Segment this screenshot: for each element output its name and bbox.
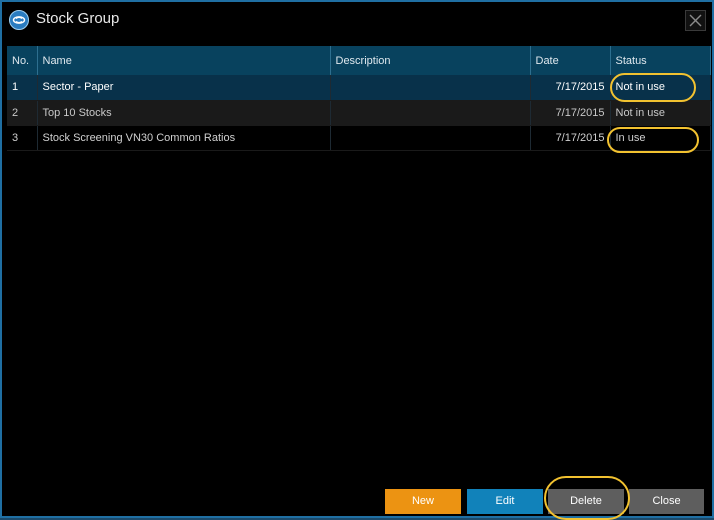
- app-logo-icon: [9, 10, 29, 30]
- cell-status: Not in use: [610, 100, 711, 126]
- table-row[interactable]: 1 Sector - Paper 7/17/2015 Not in use: [7, 75, 711, 101]
- column-header-date[interactable]: Date: [530, 46, 611, 75]
- close-icon[interactable]: [685, 10, 706, 31]
- title-bar: Stock Group: [2, 2, 712, 36]
- cell-description: [330, 75, 531, 101]
- stock-group-grid: No. Name Description Date Status 1 Secto…: [7, 46, 711, 478]
- table-row[interactable]: 2 Top 10 Stocks 7/17/2015 Not in use: [7, 100, 711, 126]
- cell-date: 7/17/2015: [530, 75, 611, 101]
- close-button[interactable]: Close: [629, 489, 704, 514]
- cell-date: 7/17/2015: [530, 100, 611, 126]
- stock-group-dialog: Stock Group No. Name Description Date St…: [0, 0, 714, 520]
- cell-description: [330, 100, 531, 126]
- status-highlight-ring-row-3: [607, 127, 699, 153]
- cell-name: Stock Screening VN30 Common Ratios: [37, 125, 331, 151]
- edit-button[interactable]: Edit: [467, 489, 543, 514]
- cell-no: 2: [7, 100, 38, 126]
- delete-highlight-ring: [544, 476, 630, 520]
- stock-group-table: No. Name Description Date Status 1 Secto…: [7, 46, 711, 151]
- column-header-no[interactable]: No.: [7, 46, 38, 75]
- cell-name: Sector - Paper: [37, 75, 331, 101]
- cell-date: 7/17/2015: [530, 125, 611, 151]
- cell-no: 3: [7, 125, 38, 151]
- cell-name: Top 10 Stocks: [37, 100, 331, 126]
- table-header-row: No. Name Description Date Status: [7, 46, 711, 75]
- window-title: Stock Group: [36, 10, 120, 27]
- cell-no: 1: [7, 75, 38, 101]
- column-header-status[interactable]: Status: [610, 46, 711, 75]
- status-highlight-ring-row-1: [610, 73, 696, 102]
- column-header-name[interactable]: Name: [37, 46, 331, 75]
- new-button[interactable]: New: [385, 489, 461, 514]
- cell-description: [330, 125, 531, 151]
- column-header-description[interactable]: Description: [330, 46, 531, 75]
- table-row[interactable]: 3 Stock Screening VN30 Common Ratios 7/1…: [7, 125, 711, 151]
